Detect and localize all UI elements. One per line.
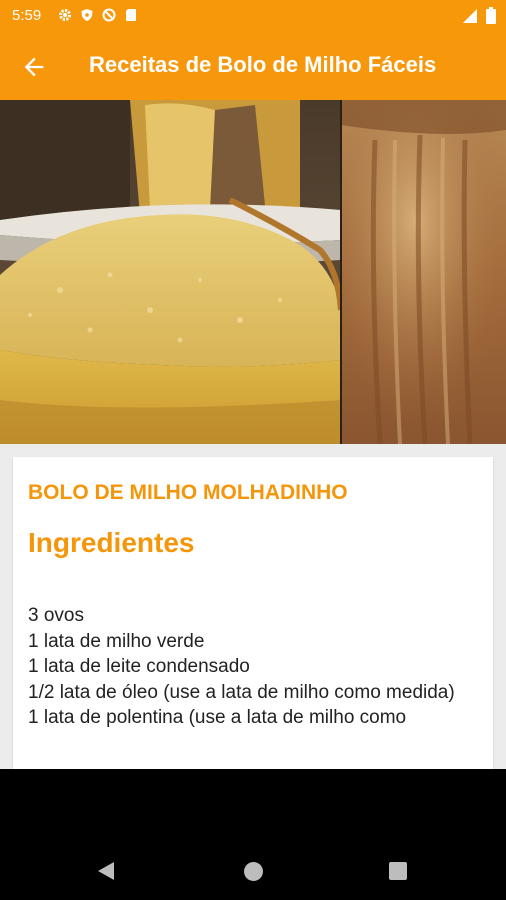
- nav-back-icon: [98, 862, 114, 880]
- no-entry-icon: [102, 8, 116, 22]
- app-title: Receitas de Bolo de Milho Fáceis: [89, 52, 437, 77]
- nav-home-icon[interactable]: [244, 862, 263, 881]
- status-icons-right: [462, 7, 496, 29]
- section-title: Ingredientes: [28, 527, 195, 558]
- navigation-bar: [0, 769, 506, 900]
- ingredient-item: 1 lata de polentina (use a lata de milho…: [28, 707, 407, 728]
- ingredient-item: 1/2 lata de óleo (use a lata de milho co…: [28, 681, 455, 703]
- app-bar: Receitas de Bolo de Milho Fáceis: [0, 33, 506, 100]
- arrow-left-icon: [24, 57, 44, 77]
- status-bar: 5:59: [0, 0, 506, 33]
- nav-recents-icon[interactable]: [389, 862, 407, 880]
- status-icons-left: [58, 8, 138, 22]
- shield-icon: [80, 8, 94, 22]
- signal-icon: [462, 8, 478, 29]
- ingredients-list: 3 ovos 1 lata de milho verde 1 lata de l…: [28, 603, 488, 731]
- nav-back-button[interactable]: [96, 861, 116, 886]
- ingredient-item: 1 lata de leite condensado: [28, 656, 250, 677]
- ingredient-item: 1 lata de milho verde: [28, 630, 205, 652]
- gear-icon: [58, 8, 72, 22]
- recipe-name: BOLO DE MILHO MOLHADINHO: [28, 481, 348, 504]
- sd-card-icon: [124, 8, 138, 22]
- recipe-image: [0, 100, 506, 444]
- status-time: 5:59: [12, 7, 42, 24]
- ingredient-item: 3 ovos: [28, 605, 84, 626]
- battery-icon: [486, 7, 496, 29]
- recipe-card: BOLO DE MILHO MOLHADINHO Ingredientes 3 …: [13, 457, 493, 769]
- back-button[interactable]: [20, 53, 48, 81]
